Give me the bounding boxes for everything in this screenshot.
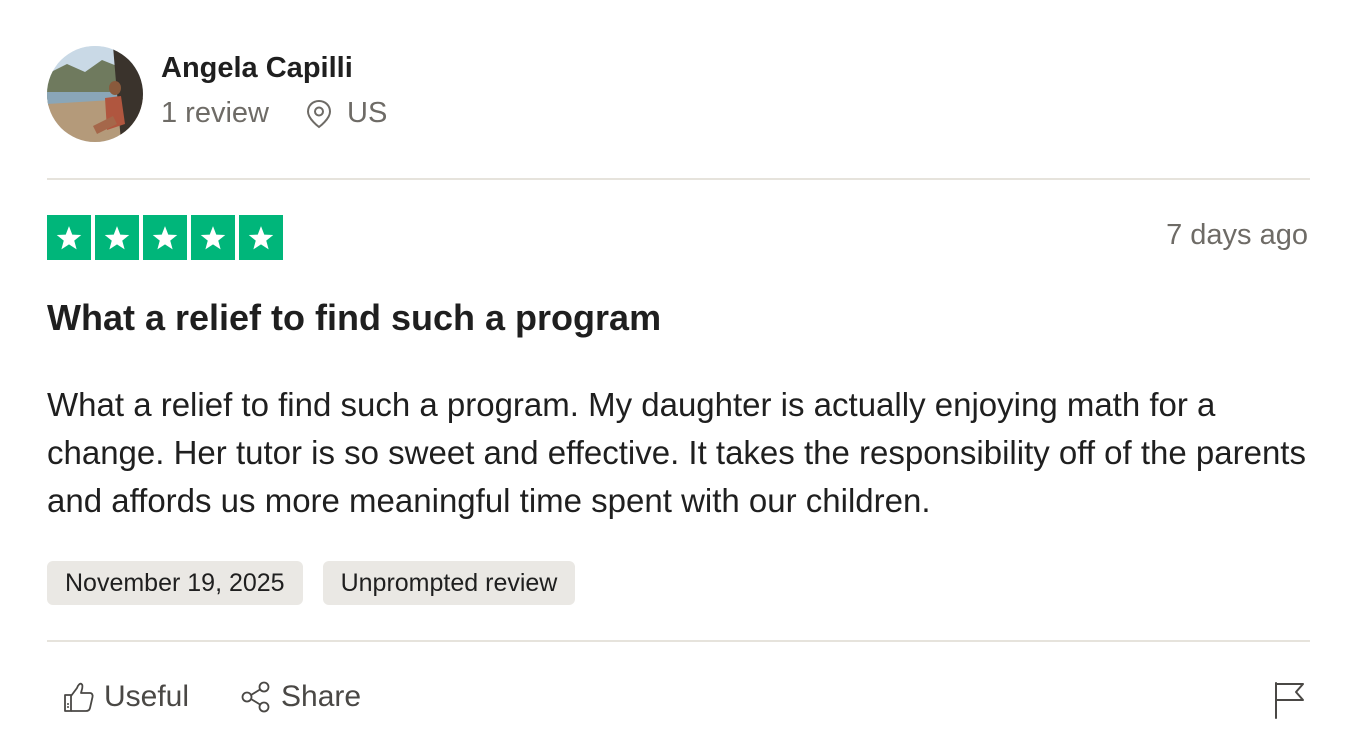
divider [47, 178, 1310, 180]
share-icon [241, 681, 270, 713]
star-icon [191, 215, 235, 260]
useful-label: Useful [104, 680, 190, 713]
reviewer-location: US [305, 99, 387, 129]
review-title[interactable]: What a relief to find such a program [47, 298, 661, 338]
share-label: Share [281, 680, 362, 713]
review-tags: November 19, 2025 Unprompted review [47, 561, 595, 605]
avatar[interactable] [47, 46, 143, 142]
review-actions: Useful Share [62, 680, 411, 714]
map-pin-icon [306, 99, 332, 128]
star-icon [47, 215, 91, 260]
reviewer-header: Angela Capilli 1 review US [47, 46, 387, 142]
flag-icon [1275, 682, 1304, 719]
unprompted-review-tag[interactable]: Unprompted review [322, 561, 576, 605]
divider [47, 640, 1310, 642]
useful-button[interactable]: Useful [62, 680, 189, 714]
star-icon [239, 215, 283, 260]
reviewer-meta: 1 review US [161, 99, 387, 129]
review-relative-date: 7 days ago [1166, 219, 1308, 251]
reviewer-info: Angela Capilli 1 review US [161, 53, 387, 129]
avatar-photo [47, 46, 143, 142]
star-rating [47, 215, 287, 260]
review-body: What a relief to find such a program. My… [47, 386, 1306, 519]
star-icon [143, 215, 187, 260]
review-card: Angela Capilli 1 review US 7 days ago Wh… [0, 0, 1354, 756]
share-button[interactable]: Share [239, 680, 361, 714]
thumbs-up-icon [64, 682, 94, 712]
star-icon [95, 215, 139, 260]
experience-date-tag: November 19, 2025 [47, 561, 303, 605]
reviewer-country: US [347, 97, 388, 129]
report-button[interactable] [1272, 680, 1308, 720]
review-count: 1 review [161, 97, 269, 129]
reviewer-name[interactable]: Angela Capilli [161, 53, 387, 83]
